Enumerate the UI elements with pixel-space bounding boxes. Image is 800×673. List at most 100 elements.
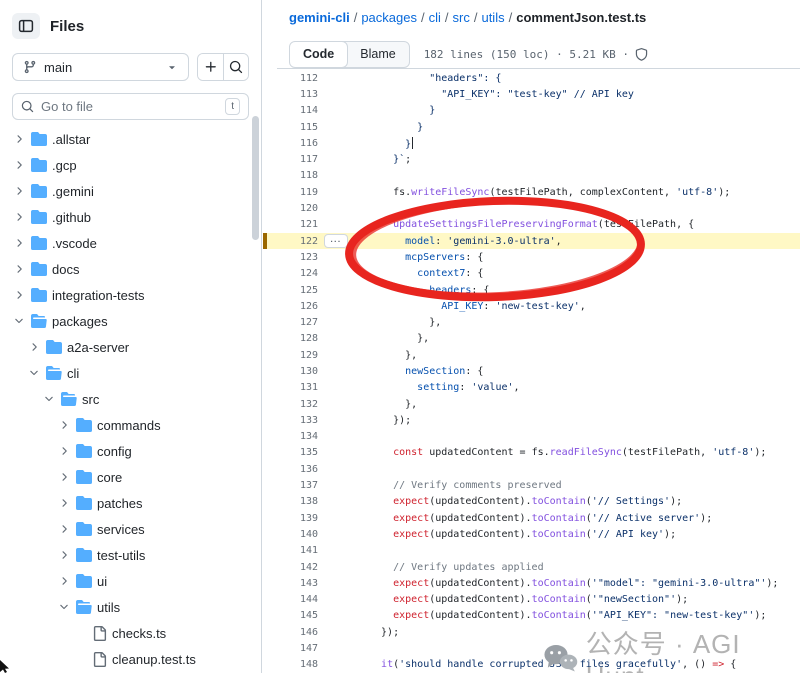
line-number[interactable]: 127 <box>263 317 318 328</box>
chevron-right-icon[interactable] <box>57 496 71 510</box>
line-number[interactable]: 135 <box>263 447 318 458</box>
chevron-right-icon[interactable] <box>57 548 71 562</box>
line-number[interactable]: 119 <box>263 187 318 198</box>
sidebar-item-checks-ts[interactable]: checks.ts <box>8 620 261 646</box>
line-number[interactable]: 134 <box>263 431 318 442</box>
line-number[interactable]: 144 <box>263 594 318 605</box>
chevron-down-icon[interactable] <box>42 392 56 406</box>
line-number[interactable]: 116 <box>263 138 318 149</box>
line-number[interactable]: 131 <box>263 382 318 393</box>
sidebar-item-src[interactable]: src <box>8 386 261 412</box>
line-number[interactable]: 136 <box>263 464 318 475</box>
code-view: 112 "headers": {113 "API_KEY": "test-key… <box>263 70 800 673</box>
sidebar-item-ui[interactable]: ui <box>8 568 261 594</box>
sidebar-item-config[interactable]: config <box>8 438 261 464</box>
sidebar-item--allstar[interactable]: .allstar <box>8 126 261 152</box>
sidebar-item-utils[interactable]: utils <box>8 594 261 620</box>
sidebar-item-services[interactable]: services <box>8 516 261 542</box>
tab-code[interactable]: Code <box>289 41 348 68</box>
sidebar-item--github[interactable]: .github <box>8 204 261 230</box>
line-number[interactable]: 132 <box>263 399 318 410</box>
line-number[interactable]: 129 <box>263 350 318 361</box>
line-number[interactable]: 138 <box>263 496 318 507</box>
line-menu-button[interactable]: ··· <box>324 234 348 248</box>
chevron-down-icon[interactable] <box>12 314 26 328</box>
sidebar-item-cli[interactable]: cli <box>8 360 261 386</box>
sidebar-item-commands[interactable]: commands <box>8 412 261 438</box>
sidebar-item-patches[interactable]: patches <box>8 490 261 516</box>
go-to-file-input[interactable]: Go to file t <box>12 93 249 120</box>
sidebar-item-packages[interactable]: packages <box>8 308 261 334</box>
sidebar-item-test-utils[interactable]: test-utils <box>8 542 261 568</box>
line-number[interactable]: 118 <box>263 170 318 181</box>
chevron-right-icon[interactable] <box>27 340 41 354</box>
chevron-down-icon[interactable] <box>27 366 41 380</box>
chevron-right-icon[interactable] <box>12 184 26 198</box>
breadcrumb-link-gemini-cli[interactable]: gemini-cli <box>289 10 350 25</box>
chevron-right-icon[interactable] <box>57 444 71 458</box>
chevron-right-icon[interactable] <box>57 574 71 588</box>
code-text: } <box>318 105 435 116</box>
line-number[interactable]: 133 <box>263 415 318 426</box>
line-number[interactable]: 126 <box>263 301 318 312</box>
code-text: expect(updatedContent).toContain('"model… <box>318 578 778 589</box>
line-number[interactable]: 128 <box>263 333 318 344</box>
breadcrumb-separator: / <box>470 10 482 25</box>
chevron-right-icon[interactable] <box>12 262 26 276</box>
line-number[interactable]: 142 <box>263 562 318 573</box>
line-number[interactable]: 113 <box>263 89 318 100</box>
line-number[interactable]: 112 <box>263 73 318 84</box>
breadcrumb-link-src[interactable]: src <box>453 10 470 25</box>
sidebar-item--gemini[interactable]: .gemini <box>8 178 261 204</box>
line-number[interactable]: 122 <box>263 236 318 247</box>
code-text: "headers": { <box>318 73 501 84</box>
line-number[interactable]: 146 <box>263 627 318 638</box>
chevron-right-icon[interactable] <box>12 236 26 250</box>
sidebar-item--gcp[interactable]: .gcp <box>8 152 261 178</box>
chevron-right-icon[interactable] <box>57 418 71 432</box>
line-number[interactable]: 140 <box>263 529 318 540</box>
line-number[interactable]: 145 <box>263 610 318 621</box>
chevron-right-icon[interactable] <box>57 470 71 484</box>
new-file-button[interactable] <box>198 54 223 80</box>
line-number[interactable]: 141 <box>263 545 318 556</box>
line-number[interactable]: 137 <box>263 480 318 491</box>
line-number[interactable]: 125 <box>263 285 318 296</box>
tab-blame[interactable]: Blame <box>347 42 408 67</box>
sidebar-scrollbar[interactable] <box>252 116 259 240</box>
chevron-right-icon[interactable] <box>12 288 26 302</box>
search-tree-button[interactable] <box>223 54 248 80</box>
collapse-sidebar-button[interactable] <box>12 13 40 39</box>
breadcrumb-link-utils[interactable]: utils <box>481 10 504 25</box>
line-number[interactable]: 115 <box>263 122 318 133</box>
code-line-118: 118 <box>263 168 800 184</box>
breadcrumb-link-packages[interactable]: packages <box>361 10 417 25</box>
code-text: // Verify updates applied <box>318 562 544 573</box>
chevron-down-icon[interactable] <box>57 600 71 614</box>
sidebar-item-cleanup-test-ts[interactable]: cleanup.test.ts <box>8 646 261 672</box>
line-number[interactable]: 148 <box>263 659 318 670</box>
chevron-right-icon[interactable] <box>12 132 26 146</box>
chevron-right-icon[interactable] <box>57 522 71 536</box>
chevron-right-icon[interactable] <box>12 158 26 172</box>
line-number[interactable]: 130 <box>263 366 318 377</box>
breadcrumb-link-cli[interactable]: cli <box>429 10 441 25</box>
sidebar-item-docs[interactable]: docs <box>8 256 261 282</box>
line-number[interactable]: 139 <box>263 513 318 524</box>
line-number[interactable]: 143 <box>263 578 318 589</box>
line-number[interactable]: 120 <box>263 203 318 214</box>
folder-icon <box>31 235 47 251</box>
branch-selector[interactable]: main <box>12 53 189 81</box>
line-number[interactable]: 114 <box>263 105 318 116</box>
line-number[interactable]: 117 <box>263 154 318 165</box>
line-number[interactable]: 123 <box>263 252 318 263</box>
sidebar-item-a2a-server[interactable]: a2a-server <box>8 334 261 360</box>
sidebar-item-integration-tests[interactable]: integration-tests <box>8 282 261 308</box>
chevron-right-icon[interactable] <box>12 210 26 224</box>
line-number[interactable]: 121 <box>263 219 318 230</box>
sidebar-item--vscode[interactable]: .vscode <box>8 230 261 256</box>
sidebar-item-core[interactable]: core <box>8 464 261 490</box>
line-number[interactable]: 124 <box>263 268 318 279</box>
line-number[interactable]: 147 <box>263 643 318 654</box>
shortcut-key-badge: t <box>225 98 240 115</box>
